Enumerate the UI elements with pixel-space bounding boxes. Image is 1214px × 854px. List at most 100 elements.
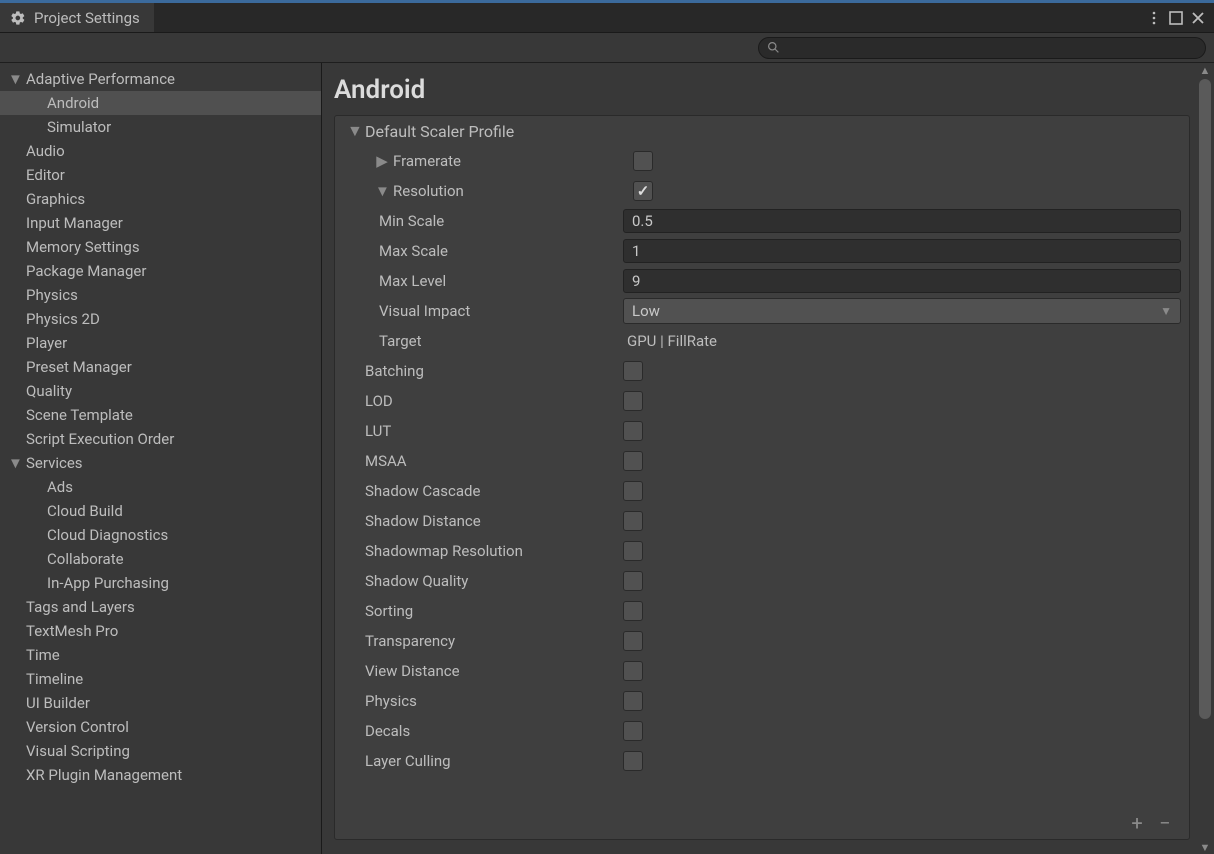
sidebar-item-services[interactable]: ▼Services (0, 451, 321, 475)
max-level-input[interactable] (623, 269, 1181, 293)
sidebar-item-xr-plugin-management[interactable]: XR Plugin Management (0, 763, 321, 787)
sidebar-item-physics[interactable]: Physics (0, 283, 321, 307)
resolution-label: Resolution (393, 182, 464, 200)
target-label: Target (379, 332, 623, 350)
msaa-checkbox[interactable] (623, 451, 643, 471)
scroll-down-arrow[interactable]: ▼ (1196, 840, 1214, 854)
sidebar-item-label: XR Plugin Management (26, 766, 182, 784)
resolution-checkbox[interactable] (633, 181, 653, 201)
sidebar-item-label: Services (26, 454, 83, 472)
sidebar-item-label: Android (47, 94, 99, 112)
transparency-label: Transparency (365, 632, 623, 650)
settings-sidebar[interactable]: ▼Adaptive Performance Android SimulatorAud… (0, 63, 322, 854)
close-icon[interactable] (1190, 10, 1206, 26)
profile-list-buttons: + − (1125, 813, 1177, 833)
sidebar-item-cloud-build[interactable]: Cloud Build (0, 499, 321, 523)
shadow-quality-checkbox[interactable] (623, 571, 643, 591)
sidebar-item-editor[interactable]: Editor (0, 163, 321, 187)
sorting-checkbox[interactable] (623, 601, 643, 621)
sidebar-item-player[interactable]: Player (0, 331, 321, 355)
sidebar-item-label: Cloud Diagnostics (47, 526, 168, 544)
sidebar-item-android[interactable]: Android (0, 91, 321, 115)
visual-impact-dropdown[interactable]: Low ▼ (623, 298, 1181, 324)
gear-icon (10, 10, 26, 26)
sidebar-item-version-control[interactable]: Version Control (0, 715, 321, 739)
project-settings-tab[interactable]: Project Settings (0, 3, 154, 32)
remove-button[interactable]: − (1153, 813, 1177, 833)
sidebar-item-visual-scripting[interactable]: Visual Scripting (0, 739, 321, 763)
sidebar-item-cloud-diagnostics[interactable]: Cloud Diagnostics (0, 523, 321, 547)
sidebar-item-adaptive-performance[interactable]: ▼Adaptive Performance (0, 67, 321, 91)
sidebar-item-physics-2d[interactable]: Physics 2D (0, 307, 321, 331)
framerate-checkbox[interactable] (633, 151, 653, 171)
sidebar-item-textmesh-pro[interactable]: TextMesh Pro (0, 619, 321, 643)
scrollbar-thumb[interactable] (1199, 79, 1211, 719)
sidebar-item-in-app-purchasing[interactable]: In-App Purchasing (0, 571, 321, 595)
sidebar-item-ui-builder[interactable]: UI Builder (0, 691, 321, 715)
physics-checkbox[interactable] (623, 691, 643, 711)
sidebar-item-script-execution-order[interactable]: Script Execution Order (0, 427, 321, 451)
lut-checkbox[interactable] (623, 421, 643, 441)
sidebar-item-memory-settings[interactable]: Memory Settings (0, 235, 321, 259)
sidebar-item-label: Package Manager (26, 262, 146, 280)
maximize-icon[interactable] (1168, 10, 1184, 26)
sidebar-item-quality[interactable]: Quality (0, 379, 321, 403)
visual-impact-label: Visual Impact (379, 302, 623, 320)
search-input[interactable] (758, 37, 1206, 59)
lod-label: LOD (365, 392, 623, 410)
decals-label: Decals (365, 722, 623, 740)
sidebar-item-ads[interactable]: Ads (0, 475, 321, 499)
decals-row: Decals (335, 716, 1189, 746)
chevron-down-icon[interactable]: ▼ (375, 182, 389, 200)
sidebar-item-label: Editor (26, 166, 65, 184)
menu-icon[interactable] (1146, 10, 1162, 26)
sorting-row: Sorting (335, 596, 1189, 626)
sidebar-item-label: Visual Scripting (26, 742, 130, 760)
sidebar-item-label: Version Control (26, 718, 129, 736)
sorting-label: Sorting (365, 602, 623, 620)
sidebar-item-input-manager[interactable]: Input Manager (0, 211, 321, 235)
sidebar-item-timeline[interactable]: Timeline (0, 667, 321, 691)
sidebar-item-time[interactable]: Time (0, 643, 321, 667)
sidebar-item-label: Collaborate (47, 550, 124, 568)
decals-checkbox[interactable] (623, 721, 643, 741)
framerate-row: ▶ Framerate (335, 146, 1189, 176)
scrollbar[interactable]: ▲ ▼ (1196, 63, 1214, 854)
view-distance-checkbox[interactable] (623, 661, 643, 681)
scroll-up-arrow[interactable]: ▲ (1196, 63, 1214, 77)
sidebar-item-simulator[interactable]: Simulator (0, 115, 321, 139)
sidebar-item-scene-template[interactable]: Scene Template (0, 403, 321, 427)
shadowmap-resolution-checkbox[interactable] (623, 541, 643, 561)
sidebar-item-package-manager[interactable]: Package Manager (0, 259, 321, 283)
chevron-right-icon[interactable]: ▶ (375, 152, 389, 170)
transparency-checkbox[interactable] (623, 631, 643, 651)
shadow-distance-checkbox[interactable] (623, 511, 643, 531)
default-scaler-profile-header[interactable]: ▼ Default Scaler Profile (335, 116, 1189, 146)
inspector-panel: ▼ Default Scaler Profile ▶ Framerate ▼ (334, 115, 1190, 840)
sidebar-item-audio[interactable]: Audio (0, 139, 321, 163)
layer-culling-checkbox[interactable] (623, 751, 643, 771)
sidebar-item-label: UI Builder (26, 694, 90, 712)
min-scale-row: Min Scale (335, 206, 1189, 236)
sidebar-item-collaborate[interactable]: Collaborate (0, 547, 321, 571)
shadow-distance-row: Shadow Distance (335, 506, 1189, 536)
shadow-quality-label: Shadow Quality (365, 572, 623, 590)
sidebar-item-graphics[interactable]: Graphics (0, 187, 321, 211)
sidebar-item-preset-manager[interactable]: Preset Manager (0, 355, 321, 379)
batching-checkbox[interactable] (623, 361, 643, 381)
max-scale-row: Max Scale (335, 236, 1189, 266)
shadowmap-resolution-row: Shadowmap Resolution (335, 536, 1189, 566)
tab-title: Project Settings (34, 9, 140, 27)
max-scale-label: Max Scale (379, 242, 623, 260)
framerate-label: Framerate (393, 152, 461, 170)
sidebar-item-label: Player (26, 334, 67, 352)
layer-culling-row: Layer Culling (335, 746, 1189, 776)
shadow-distance-label: Shadow Distance (365, 512, 623, 530)
tab-bar: Project Settings (0, 3, 1214, 33)
min-scale-input[interactable] (623, 209, 1181, 233)
shadow-cascade-checkbox[interactable] (623, 481, 643, 501)
sidebar-item-tags-and-layers[interactable]: Tags and Layers (0, 595, 321, 619)
add-button[interactable]: + (1125, 813, 1149, 833)
max-scale-input[interactable] (623, 239, 1181, 263)
lod-checkbox[interactable] (623, 391, 643, 411)
